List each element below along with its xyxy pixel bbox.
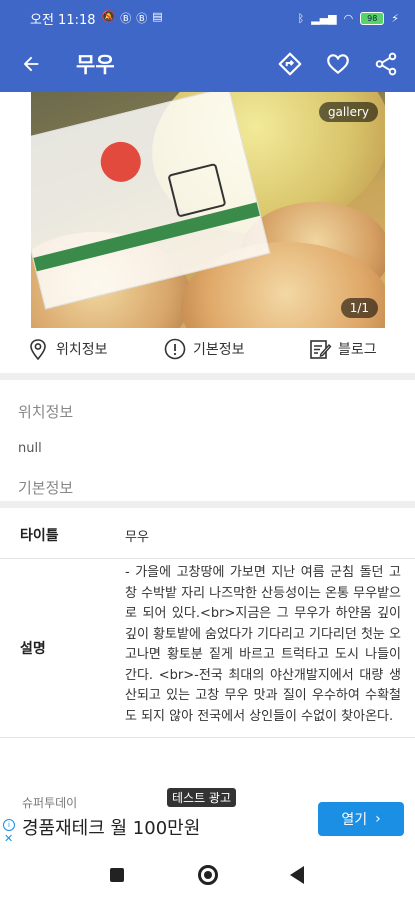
product-photo[interactable]: gallery 1/1: [31, 92, 385, 328]
share-icon[interactable]: [373, 51, 399, 77]
packaging-seal: [96, 137, 146, 187]
home-button-icon[interactable]: [198, 865, 218, 885]
divider: [0, 373, 415, 380]
app-bar-actions: [277, 51, 399, 77]
wifi-icon: ◠: [343, 11, 354, 25]
location-pin-icon: [30, 339, 46, 361]
tab-basic-info[interactable]: 기본정보: [163, 337, 245, 361]
system-icons: ᛒ ▂▄▆ ◠ 98 ⚡: [297, 11, 399, 25]
signal-icon: ▂▄▆: [311, 11, 337, 25]
tab-basic-info-label: 기본정보: [193, 342, 245, 358]
divider: [0, 501, 415, 508]
info-tabs: 위치정보 기본정보 블로그: [0, 328, 415, 370]
chevron-right-icon: ›: [375, 811, 381, 827]
location-heading: 위치정보: [18, 403, 74, 421]
packaging-stripe: [33, 202, 260, 272]
page-title: 무우: [76, 53, 115, 77]
table-row: 설명 - 가을에 고창땅에 가보면 지난 여름 군침 돌던 고창 수박밭 자리 …: [0, 559, 415, 738]
tab-blog[interactable]: 블로그: [308, 337, 377, 361]
packaging-logo: [167, 162, 227, 218]
ad-info-icon[interactable]: i: [3, 819, 15, 831]
battery-icon: 98: [360, 11, 385, 25]
content-area[interactable]: gallery 1/1 위치정보 기본정보 블로그 위치정보 null 기본정보…: [0, 92, 415, 786]
gallery-badge[interactable]: gallery: [318, 102, 378, 122]
back-arrow-icon[interactable]: [20, 53, 42, 75]
location-value: null: [18, 441, 42, 456]
charging-icon: ⚡: [391, 11, 399, 25]
notification-b-icon: Ⓑ: [120, 12, 132, 25]
basic-info-heading: 기본정보: [18, 479, 74, 497]
heart-icon[interactable]: [325, 51, 351, 77]
detail-table: 타이틀 무우 설명 - 가을에 고창땅에 가보면 지난 여름 군침 돌던 고창 …: [0, 512, 415, 738]
status-bar: 오전 11:18 🔕 Ⓑ Ⓑ ▤ ᛒ ▂▄▆ ◠ 98 ⚡: [0, 0, 415, 36]
description-label: 설명: [20, 641, 46, 657]
ad-open-button[interactable]: 열기 ›: [318, 802, 404, 836]
directions-icon[interactable]: [277, 51, 303, 77]
description-value: - 가을에 고창땅에 가보면 지난 여름 군침 돌던 고창 수박밭 자리 나즈막…: [125, 565, 401, 724]
tab-blog-label: 블로그: [338, 342, 377, 358]
notification-icons: 🔕 Ⓑ Ⓑ ▤: [102, 10, 163, 26]
bluetooth-icon: ᛒ: [297, 11, 305, 25]
ad-banner[interactable]: i ✕ 슈퍼투데이 테스트 광고 경품재테크 월 100만원 열기 ›: [0, 786, 415, 848]
ad-test-badge: 테스트 광고: [167, 788, 237, 807]
table-row: 타이틀 무우: [0, 512, 415, 559]
tab-location[interactable]: 위치정보: [26, 337, 108, 361]
blog-edit-icon: [310, 340, 332, 359]
info-circle-icon: [164, 338, 186, 360]
app-bar: 무우: [0, 36, 415, 92]
tab-location-label: 위치정보: [56, 342, 108, 358]
mute-icon: 🔕: [101, 10, 116, 23]
status-time: 오전 11:18: [30, 12, 96, 28]
ad-open-label: 열기: [341, 812, 368, 828]
image-counter: 1/1: [340, 298, 378, 318]
ad-headline[interactable]: 경품재테크 월 100만원: [22, 814, 200, 840]
title-value: 무우: [125, 529, 149, 545]
recents-button-icon[interactable]: [110, 868, 124, 882]
system-nav-bar: [0, 848, 415, 900]
message-icon: ▤: [152, 10, 163, 23]
back-button-icon[interactable]: [290, 866, 304, 884]
ad-sponsor: 슈퍼투데이: [22, 796, 78, 810]
title-label: 타이틀: [20, 528, 59, 544]
ad-close-icon[interactable]: ✕: [4, 832, 13, 845]
notification-b2-icon: Ⓑ: [136, 12, 148, 25]
